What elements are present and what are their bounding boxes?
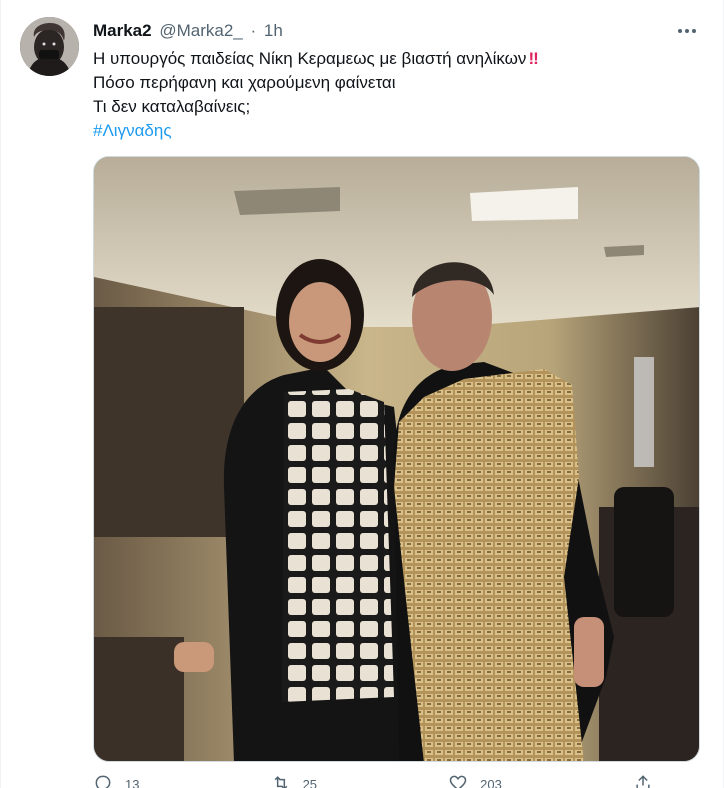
tweet[interactable]: Marka2 @Marka2_ · 1h Η υπουργός παιδείας… bbox=[0, 0, 724, 788]
tweet-header: Marka2 @Marka2_ · 1h bbox=[93, 20, 283, 42]
retweet-button[interactable]: 25 bbox=[271, 774, 317, 788]
timestamp[interactable]: 1h bbox=[264, 21, 283, 40]
heart-icon bbox=[448, 773, 468, 788]
retweet-count: 25 bbox=[302, 776, 318, 788]
tweet-photo[interactable] bbox=[93, 156, 700, 762]
hashtag-link[interactable]: #Λιγναδης bbox=[93, 119, 537, 143]
more-horizontal-icon[interactable] bbox=[669, 16, 705, 46]
avatar[interactable] bbox=[20, 17, 79, 76]
reply-button[interactable]: 13 bbox=[93, 774, 139, 788]
display-name[interactable]: Marka2 bbox=[93, 21, 152, 40]
reply-icon bbox=[93, 773, 113, 788]
tweet-text-line-1: Η υπουργός παιδείας Νίκη Κεραμεως με βια… bbox=[93, 47, 539, 71]
tweet-text-line-1-text: Η υπουργός παιδείας Νίκη Κεραμεως με βια… bbox=[93, 49, 527, 68]
tweet-text-line-3: Τι δεν καταλαβαίνεις; bbox=[93, 97, 251, 116]
tweet-text: Η υπουργός παιδείας Νίκη Κεραμεως με βια… bbox=[93, 47, 539, 143]
user-handle[interactable]: @Marka2_ bbox=[159, 21, 242, 40]
like-count: 203 bbox=[480, 776, 502, 788]
like-button[interactable]: 203 bbox=[448, 774, 502, 788]
tweet-text-line-2: Πόσο περήφανη και χαρούμενη φαίνεται bbox=[93, 73, 396, 92]
retweet-icon bbox=[271, 773, 291, 788]
double-exclamation-emoji: ‼ bbox=[528, 49, 538, 68]
share-button[interactable] bbox=[633, 774, 653, 788]
reply-count: 13 bbox=[125, 776, 140, 788]
share-icon bbox=[633, 773, 653, 788]
separator-dot: · bbox=[250, 21, 257, 40]
tweet-actions: 13 25 203 bbox=[93, 774, 653, 788]
